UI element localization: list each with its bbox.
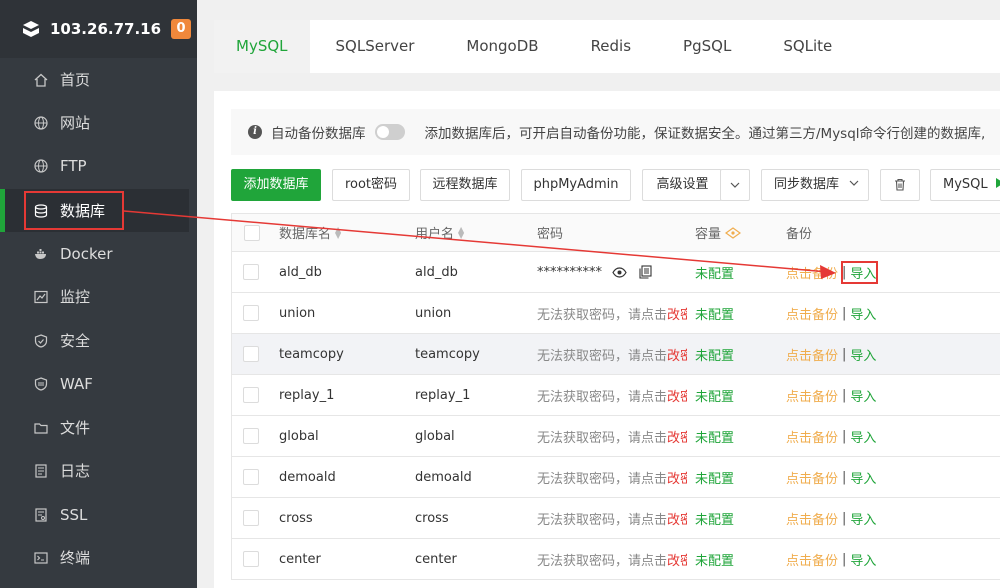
annotation-arrow [123, 210, 836, 279]
annotation-highlight-import [841, 261, 878, 284]
